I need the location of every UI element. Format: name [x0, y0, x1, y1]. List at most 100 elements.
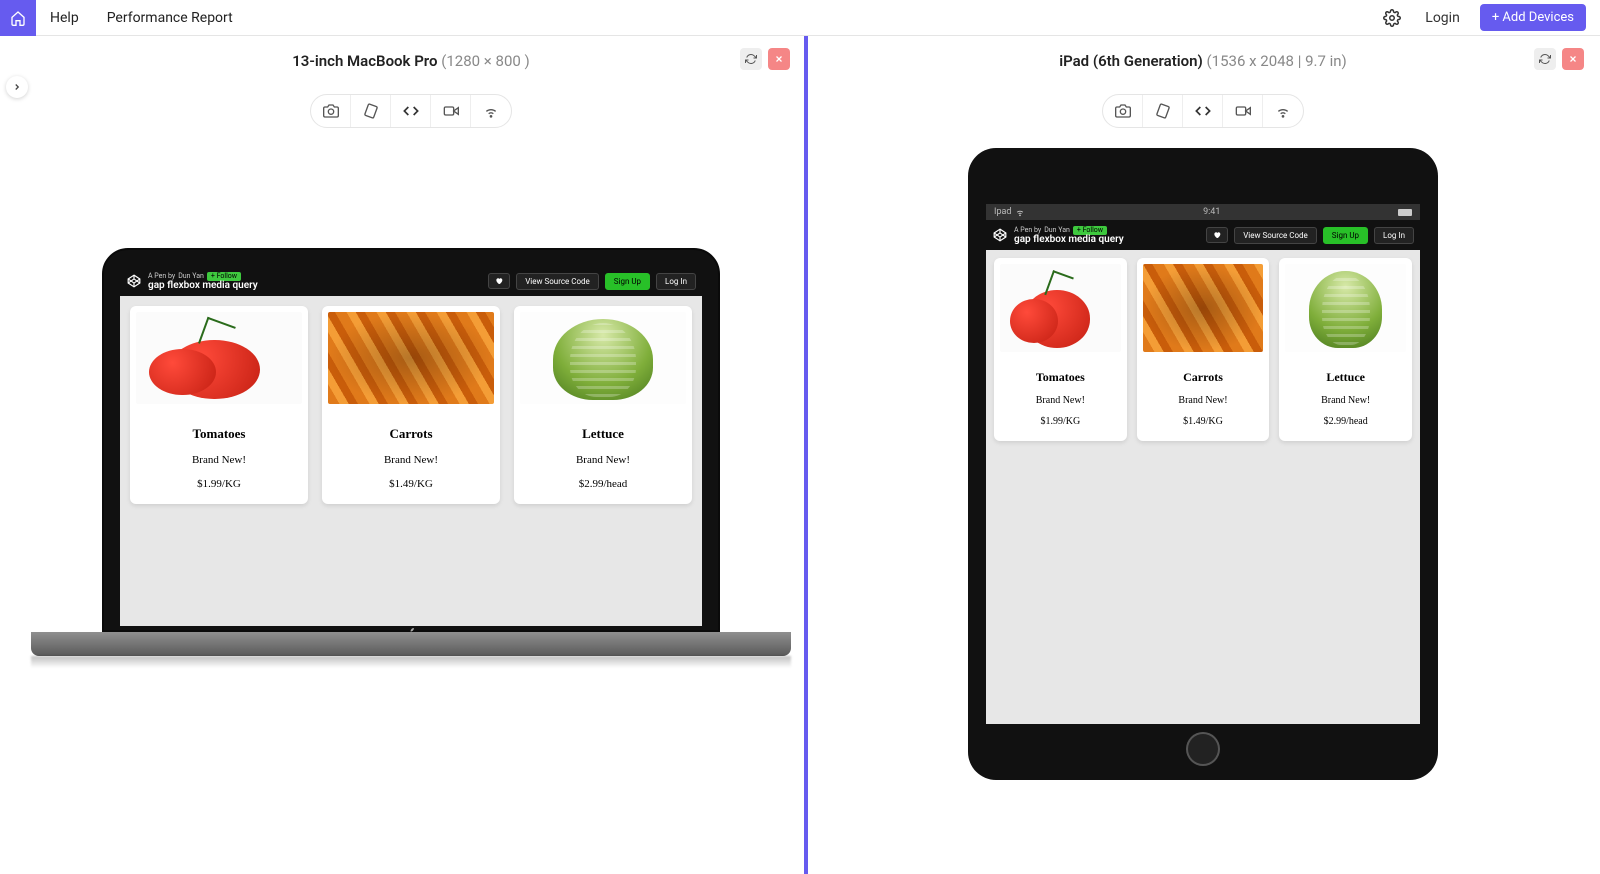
- heart-icon: [495, 277, 503, 285]
- product-tag: Brand New!: [328, 454, 494, 466]
- device-pane-ipad: iPad (6th Generation) (1536 x 2048 | 9.7…: [808, 36, 1598, 874]
- camera-icon: [323, 103, 339, 119]
- help-link[interactable]: Help: [36, 10, 93, 26]
- status-time: 9:41: [1025, 207, 1398, 217]
- refresh-device-button[interactable]: [1534, 48, 1556, 70]
- battery-icon: [1398, 209, 1412, 216]
- product-card: Lettuce Brand New! $2.99/head: [514, 306, 692, 504]
- record-button[interactable]: [1223, 95, 1263, 127]
- view-source-button[interactable]: View Source Code: [516, 273, 599, 290]
- home-button[interactable]: [0, 0, 36, 36]
- add-devices-button[interactable]: + Add Devices: [1480, 4, 1586, 31]
- code-icon: [403, 103, 419, 119]
- signup-button[interactable]: Sign Up: [605, 273, 650, 290]
- product-tag: Brand New!: [136, 454, 302, 466]
- code-icon: [1195, 103, 1211, 119]
- device-name: iPad (6th Generation): [1059, 52, 1203, 70]
- wifi-icon: [1015, 207, 1025, 217]
- codepen-login-button[interactable]: Log In: [1374, 227, 1414, 244]
- wifi-icon: [483, 103, 499, 119]
- view-source-button[interactable]: View Source Code: [1234, 227, 1317, 244]
- product-price: $1.49/KG: [1143, 416, 1264, 427]
- rotate-button[interactable]: [351, 95, 391, 127]
- remove-device-button[interactable]: [768, 48, 790, 70]
- close-icon: [1568, 54, 1578, 64]
- screenshot-button[interactable]: [1103, 95, 1143, 127]
- expand-sidebar-button[interactable]: [6, 76, 28, 98]
- product-price: $1.99/KG: [1000, 416, 1121, 427]
- status-label: Ipad: [994, 207, 1011, 217]
- network-button[interactable]: [471, 95, 511, 127]
- product-price: $1.49/KG: [328, 478, 494, 490]
- settings-button[interactable]: [1373, 9, 1411, 27]
- product-grid: Tomatoes Brand New! $1.99/KG Carrots Bra…: [120, 296, 702, 514]
- product-image-tomatoes: [1000, 264, 1121, 352]
- product-card: Tomatoes Brand New! $1.99/KG: [130, 306, 308, 504]
- heart-icon: [1213, 231, 1221, 239]
- chevron-right-icon: [12, 82, 22, 92]
- product-name: Carrots: [1143, 370, 1264, 385]
- rotate-icon: [1155, 103, 1171, 119]
- ipad-home-button[interactable]: [1186, 732, 1220, 766]
- device-pane-macbook: 13-inch MacBook Pro (1280 × 800 ): [18, 36, 804, 874]
- product-name: Lettuce: [1285, 370, 1406, 385]
- device-title: 13-inch MacBook Pro (1280 × 800 ): [292, 52, 530, 70]
- codepen-topbar: A Pen by Dun Yan + Follow gap flexbox me…: [986, 220, 1420, 250]
- gear-icon: [1383, 9, 1401, 27]
- product-tag: Brand New!: [520, 454, 686, 466]
- device-title: iPad (6th Generation) (1536 x 2048 | 9.7…: [1059, 52, 1347, 70]
- signup-button[interactable]: Sign Up: [1323, 227, 1368, 244]
- codepen-title: gap flexbox media query: [1014, 235, 1124, 245]
- rotate-icon: [363, 103, 379, 119]
- ipad-viewport[interactable]: Ipad 9:41 A Pen by Dun Yan + Follow: [986, 204, 1420, 724]
- product-name: Lettuce: [520, 426, 686, 442]
- macbook-base: [31, 632, 791, 656]
- codepen-logo-icon: [126, 273, 142, 289]
- network-button[interactable]: [1263, 95, 1303, 127]
- camera-icon: [1115, 103, 1131, 119]
- refresh-icon: [1539, 53, 1551, 65]
- codepen-login-button[interactable]: Log In: [656, 273, 696, 290]
- product-tag: Brand New!: [1143, 395, 1264, 406]
- preview-area: 13-inch MacBook Pro (1280 × 800 ): [18, 36, 1600, 874]
- screenshot-button[interactable]: [311, 95, 351, 127]
- product-name: Carrots: [328, 426, 494, 442]
- product-image-tomatoes: [136, 312, 302, 404]
- codepen-title: gap flexbox media query: [148, 281, 258, 291]
- inspect-button[interactable]: [391, 95, 431, 127]
- product-image-carrots: [328, 312, 494, 404]
- product-image-lettuce: [520, 312, 686, 404]
- ipad-statusbar: Ipad 9:41: [986, 204, 1420, 220]
- device-toolbar: [1102, 94, 1304, 128]
- inspect-button[interactable]: [1183, 95, 1223, 127]
- login-link[interactable]: Login: [1411, 10, 1474, 26]
- codepen-logo-icon: [992, 227, 1008, 243]
- remove-device-button[interactable]: [1562, 48, 1584, 70]
- topbar: Help Performance Report Login + Add Devi…: [0, 0, 1600, 36]
- refresh-device-button[interactable]: [740, 48, 762, 70]
- heart-button[interactable]: [1206, 227, 1228, 243]
- product-price: $1.99/KG: [136, 478, 302, 490]
- performance-report-link[interactable]: Performance Report: [93, 10, 247, 26]
- rotate-button[interactable]: [1143, 95, 1183, 127]
- product-image-lettuce: [1285, 264, 1406, 352]
- heart-button[interactable]: [488, 273, 510, 289]
- wifi-icon: [1275, 103, 1291, 119]
- macbook-viewport[interactable]: A Pen by Dun Yan + Follow gap flexbox me…: [120, 266, 702, 626]
- product-grid: Tomatoes Brand New! $1.99/KG Carrots Bra…: [986, 250, 1420, 449]
- home-icon: [10, 10, 26, 26]
- close-icon: [774, 54, 784, 64]
- device-toolbar: [310, 94, 512, 128]
- product-tag: Brand New!: [1000, 395, 1121, 406]
- video-icon: [1235, 103, 1251, 119]
- device-dims: (1536 x 2048 | 9.7 in): [1207, 52, 1347, 70]
- product-card: Tomatoes Brand New! $1.99/KG: [994, 258, 1127, 441]
- device-name: 13-inch MacBook Pro: [292, 52, 437, 70]
- product-card: Lettuce Brand New! $2.99/head: [1279, 258, 1412, 441]
- codepen-topbar: A Pen by Dun Yan + Follow gap flexbox me…: [120, 266, 702, 296]
- video-icon: [443, 103, 459, 119]
- record-button[interactable]: [431, 95, 471, 127]
- ipad-frame: Ipad 9:41 A Pen by Dun Yan + Follow: [968, 148, 1438, 780]
- product-price: $2.99/head: [1285, 416, 1406, 427]
- product-card: Carrots Brand New! $1.49/KG: [322, 306, 500, 504]
